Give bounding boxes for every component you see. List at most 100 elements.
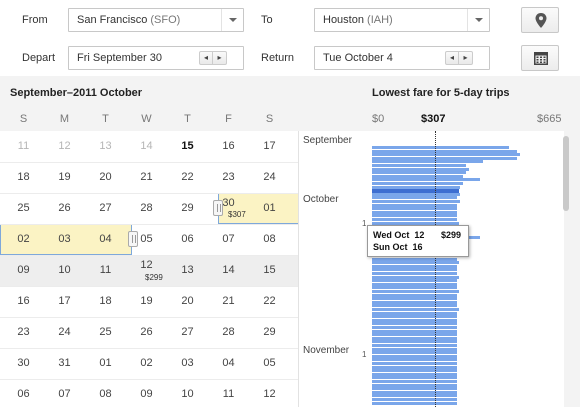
fare-bar[interactable] xyxy=(372,398,457,401)
calendar-day[interactable]: 13 xyxy=(167,264,208,276)
fare-bar[interactable] xyxy=(372,182,463,185)
calendar-day[interactable]: 01 xyxy=(249,202,290,214)
calendar-day[interactable]: 15 xyxy=(167,140,208,152)
fare-bar[interactable] xyxy=(372,326,457,329)
chart-scrollbar-thumb[interactable] xyxy=(563,136,569,211)
calendar-day[interactable]: 25 xyxy=(85,326,126,338)
fare-bar[interactable] xyxy=(372,351,457,355)
fare-bar[interactable] xyxy=(372,146,509,149)
calendar-day[interactable]: 13 xyxy=(85,140,126,152)
calendar-day[interactable]: 17 xyxy=(249,140,290,152)
calendar-day[interactable]: 25 xyxy=(3,202,44,214)
fare-bar[interactable] xyxy=(372,387,457,391)
calendar-day[interactable]: 22 xyxy=(249,295,290,307)
fare-bar[interactable] xyxy=(372,329,457,333)
calendar-day[interactable]: 03 xyxy=(44,233,85,245)
calendar-day[interactable]: 11 xyxy=(3,140,44,152)
fare-bar[interactable] xyxy=(372,153,520,157)
fare-bar[interactable] xyxy=(372,401,457,405)
fare-bar[interactable] xyxy=(372,318,457,322)
to-dropdown-icon[interactable] xyxy=(467,9,489,31)
calendar-day[interactable]: 08 xyxy=(249,233,290,245)
calendar-day[interactable]: 21 xyxy=(208,295,249,307)
fare-bar[interactable] xyxy=(372,369,457,373)
fare-bar[interactable] xyxy=(372,275,459,279)
calendar-day[interactable]: 12 xyxy=(44,140,85,152)
calendar-day[interactable]: 14 xyxy=(208,264,249,276)
calendar-day[interactable]: 06 xyxy=(167,233,208,245)
calendar-day[interactable]: 10 xyxy=(167,388,208,400)
calendar-day[interactable]: 29 xyxy=(249,326,290,338)
fare-bar[interactable] xyxy=(372,282,457,286)
fare-bar[interactable] xyxy=(372,340,457,344)
fare-bar[interactable] xyxy=(372,185,460,189)
calendar-day[interactable]: 18 xyxy=(85,295,126,307)
depart-prev-button[interactable]: ◂ xyxy=(200,52,213,64)
fare-bar[interactable] xyxy=(372,214,457,218)
calendar-day[interactable]: 28 xyxy=(208,326,249,338)
calendar-day[interactable]: 23 xyxy=(208,171,249,183)
calendar-day[interactable]: 27 xyxy=(167,326,208,338)
calendar-day[interactable]: 17 xyxy=(44,295,85,307)
calendar-day[interactable]: 09 xyxy=(126,388,167,400)
fare-bar[interactable] xyxy=(372,272,457,275)
fare-bar[interactable] xyxy=(372,210,457,214)
fare-bar[interactable] xyxy=(372,308,459,311)
fare-bar[interactable] xyxy=(372,383,457,387)
fare-bar[interactable] xyxy=(372,376,457,380)
calendar-day[interactable]: 24 xyxy=(249,171,290,183)
from-field[interactable]: San Francisco (SFO) xyxy=(68,8,244,32)
fare-bar[interactable] xyxy=(372,149,517,153)
calendar-day[interactable]: 14 xyxy=(126,140,167,152)
calendar-day[interactable]: 16 xyxy=(208,140,249,152)
return-drag-handle[interactable] xyxy=(128,231,138,247)
fare-bar[interactable] xyxy=(372,279,457,283)
map-button[interactable] xyxy=(521,7,559,33)
calendar-day[interactable]: 01 xyxy=(85,357,126,369)
fare-bar[interactable] xyxy=(372,196,457,200)
fare-bar[interactable] xyxy=(372,207,457,211)
calendar-day[interactable]: 29 xyxy=(167,202,208,214)
fare-bar[interactable] xyxy=(372,300,457,304)
fare-bar[interactable] xyxy=(372,333,457,337)
fare-bar[interactable] xyxy=(372,394,457,398)
calendar-day[interactable]: 26 xyxy=(44,202,85,214)
calendar-day[interactable]: 06 xyxy=(3,388,44,400)
fare-bar[interactable] xyxy=(372,322,457,326)
calendar-day[interactable]: 16 xyxy=(3,295,44,307)
return-prev-button[interactable]: ◂ xyxy=(446,52,459,64)
calendar-day[interactable]: 15 xyxy=(249,264,290,276)
return-next-button[interactable]: ▸ xyxy=(459,52,472,64)
calendar-button[interactable] xyxy=(521,45,559,71)
fare-bar[interactable] xyxy=(372,297,457,301)
fare-bar[interactable] xyxy=(372,164,466,167)
fare-bar[interactable] xyxy=(372,362,457,365)
fare-bar[interactable] xyxy=(372,380,457,383)
calendar-day[interactable]: 02 xyxy=(3,233,44,245)
calendar-day[interactable]: 20 xyxy=(167,295,208,307)
calendar-day[interactable]: 04 xyxy=(208,357,249,369)
calendar-day[interactable]: 04 xyxy=(85,233,126,245)
fare-bar[interactable] xyxy=(372,354,457,358)
fare-bar[interactable] xyxy=(372,156,517,160)
calendar-day[interactable]: 27 xyxy=(85,202,126,214)
fare-bar[interactable] xyxy=(372,264,457,268)
calendar-day[interactable]: 10 xyxy=(44,264,85,276)
return-field[interactable]: Tue October 4 ◂ ▸ xyxy=(314,46,490,70)
fare-bar[interactable] xyxy=(372,365,457,369)
fare-bar[interactable] xyxy=(372,167,469,171)
calendar-day[interactable]: 11 xyxy=(85,264,126,276)
fare-bar[interactable] xyxy=(372,261,459,265)
calendar-day[interactable]: 26 xyxy=(126,326,167,338)
fare-bar[interactable] xyxy=(372,311,457,315)
calendar-day[interactable]: 28 xyxy=(126,202,167,214)
depart-drag-handle[interactable] xyxy=(213,200,223,216)
calendar-day[interactable]: 07 xyxy=(44,388,85,400)
fare-bar[interactable] xyxy=(372,268,457,272)
calendar-day[interactable]: 03 xyxy=(167,357,208,369)
calendar-day[interactable]: 22 xyxy=(167,171,208,183)
calendar-day[interactable]: 02 xyxy=(126,357,167,369)
calendar-day[interactable]: 19 xyxy=(44,171,85,183)
fare-bar[interactable] xyxy=(372,218,457,221)
fare-bar[interactable] xyxy=(372,347,457,351)
